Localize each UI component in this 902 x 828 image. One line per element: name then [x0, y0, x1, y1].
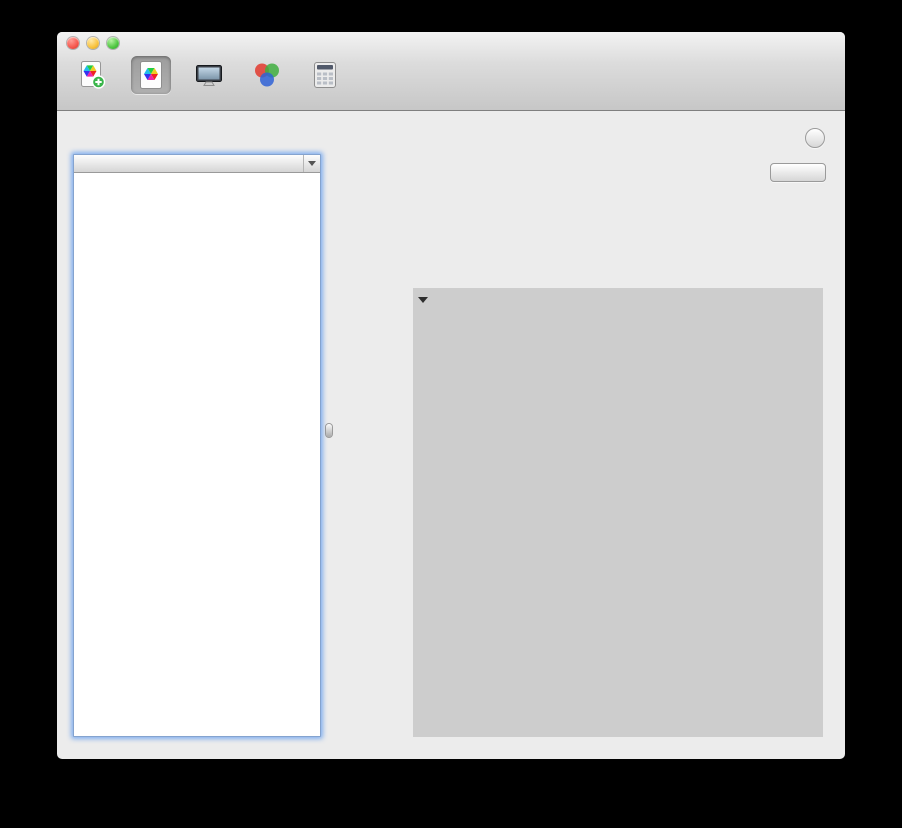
titlebar[interactable]: [57, 32, 845, 54]
lab-plot-canvas[interactable]: [413, 288, 823, 737]
toolbar-item-profile-first-aid[interactable]: [69, 54, 117, 95]
pane-splitter-handle[interactable]: [326, 424, 332, 437]
toolbar-item-devices[interactable]: [185, 54, 233, 95]
open-button[interactable]: [770, 163, 826, 182]
plot-type-dropdown[interactable]: [418, 295, 430, 305]
toolbar-item-filters[interactable]: [243, 54, 291, 95]
profile-first-aid-icon: [73, 56, 113, 94]
toolbar-item-profiles[interactable]: [127, 54, 175, 95]
filters-icon: [247, 56, 287, 94]
close-button[interactable]: [67, 37, 79, 49]
column-dropdown-button[interactable]: [303, 155, 320, 172]
toolbar-item-calculator[interactable]: [301, 54, 349, 95]
zoom-button[interactable]: [107, 37, 119, 49]
chevron-down-icon: [308, 161, 316, 166]
profiles-icon: [131, 56, 171, 94]
profile-tree: [74, 173, 320, 736]
devices-icon: [189, 56, 229, 94]
window-chrome: [57, 32, 845, 111]
chevron-down-icon: [418, 297, 428, 303]
minimize-button[interactable]: [87, 37, 99, 49]
help-button[interactable]: [805, 128, 825, 148]
profile-list-box: [73, 154, 321, 737]
traffic-lights: [67, 37, 119, 49]
colorsync-utility-window: [57, 32, 845, 759]
profile-column-header[interactable]: [74, 155, 320, 173]
calculator-icon: [305, 56, 345, 94]
toolbar: [69, 54, 349, 110]
lab-plot-area: [413, 288, 823, 737]
